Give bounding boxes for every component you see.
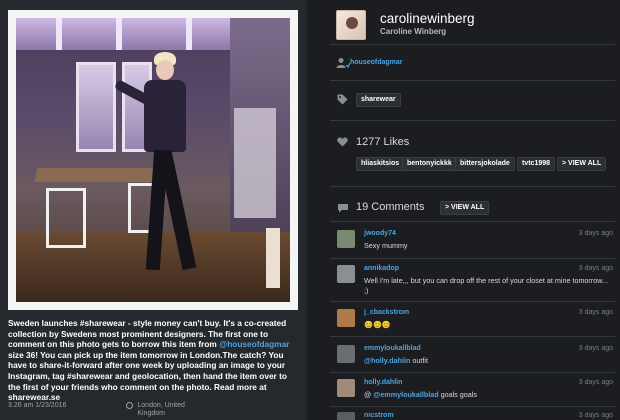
like-user-chip[interactable]: tvtc1998 — [517, 157, 556, 171]
hashtag-tag-icon — [337, 94, 348, 105]
post-photo-image — [16, 18, 290, 302]
heart-icon[interactable] — [337, 137, 348, 147]
like-user-chip[interactable]: hliaskitsios — [356, 157, 405, 171]
divider — [330, 301, 615, 302]
comment-avatar[interactable] — [337, 379, 355, 397]
comment-bubble-icon — [338, 204, 348, 213]
post-media-panel: Sweden launches #sharewear - style money… — [0, 0, 307, 420]
author-username[interactable]: carolinewinberg — [380, 11, 475, 26]
divider — [330, 44, 615, 45]
divider — [330, 221, 615, 222]
comment-username[interactable]: holly.dahlin — [364, 379, 402, 386]
divider — [330, 120, 615, 121]
comments-view-all-button[interactable]: > VIEW ALL — [440, 201, 490, 215]
post-timestamp: 3.26 am 1/23/2016 — [8, 402, 67, 409]
comment-avatar[interactable] — [337, 230, 355, 248]
divider — [330, 372, 615, 373]
comment-username[interactable]: j_cbackstrom — [364, 309, 409, 316]
divider — [330, 336, 615, 337]
divider — [330, 406, 615, 407]
post-meta: 3.26 am 1/23/2016 London, United Kingdom — [8, 402, 300, 418]
post-caption: Sweden launches #sharewear - style money… — [8, 318, 290, 403]
comment-item: j_cbackstrom 3 days ago 😊😊😊 — [337, 309, 617, 331]
comment-username[interactable]: jwoody74 — [364, 230, 396, 237]
comment-mention-link[interactable]: @holly.dahlin — [364, 356, 410, 365]
tagged-user-link[interactable]: houseofdagmar — [350, 59, 403, 66]
post-location[interactable]: London, United Kingdom — [137, 402, 197, 418]
comment-avatar[interactable] — [337, 412, 355, 420]
divider — [330, 186, 615, 187]
comment-avatar[interactable] — [337, 265, 355, 283]
comment-time: 3 days ago — [578, 230, 613, 237]
author-full-name: Caroline Winberg — [380, 27, 447, 36]
comment-mention-link[interactable]: @emmyloukallblad — [373, 390, 438, 399]
comment-time: 3 days ago — [578, 309, 613, 316]
like-user-chip[interactable]: bentonyickkk — [402, 157, 457, 171]
comment-time: 3 days ago — [578, 379, 613, 386]
comment-item: nicstrom 3 days ago — [337, 412, 617, 420]
comment-username[interactable]: annikadop — [364, 265, 399, 272]
comment-text: Well I'm late,,, but you can drop off th… — [364, 276, 608, 295]
comment-item: holly.dahlin 3 days ago @ @emmyloukallbl… — [337, 379, 617, 401]
comment-item: annikadop 3 days ago Well I'm late,,, bu… — [337, 265, 617, 299]
likes-count: 1277 Likes — [356, 136, 410, 148]
comments-count: 19 Comments — [356, 201, 425, 213]
comment-avatar[interactable] — [337, 309, 355, 327]
comment-item: emmyloukallblad 3 days ago @holly.dahlin… — [337, 345, 617, 367]
hashtag-chip[interactable]: sharewear — [356, 93, 401, 107]
comment-text: 😊😊😊 — [364, 320, 391, 329]
tagged-user-icon — [336, 58, 350, 69]
comment-item: jwoody74 3 days ago Sexy mummy — [337, 230, 617, 252]
comment-time: 3 days ago — [578, 412, 613, 419]
comment-avatar[interactable] — [337, 345, 355, 363]
likes-view-all-button[interactable]: > VIEW ALL — [557, 157, 607, 171]
divider — [330, 80, 615, 81]
comment-text: @holly.dahlin outfit — [364, 356, 428, 365]
comment-text: @ @emmyloukallblad goals goals — [364, 390, 477, 399]
divider — [330, 258, 615, 259]
comment-username[interactable]: nicstrom — [364, 412, 394, 419]
like-user-chip[interactable]: bittersjokolade — [455, 157, 515, 171]
location-pin-icon — [126, 402, 134, 409]
comment-time: 3 days ago — [578, 345, 613, 352]
comment-text: Sexy mummy — [364, 241, 408, 250]
comment-username[interactable]: emmyloukallblad — [364, 345, 421, 352]
caption-mention-link[interactable]: @houseofdagmar — [219, 339, 289, 349]
post-photo[interactable] — [8, 10, 298, 310]
comment-time: 3 days ago — [578, 265, 613, 272]
author-avatar[interactable] — [336, 10, 366, 40]
